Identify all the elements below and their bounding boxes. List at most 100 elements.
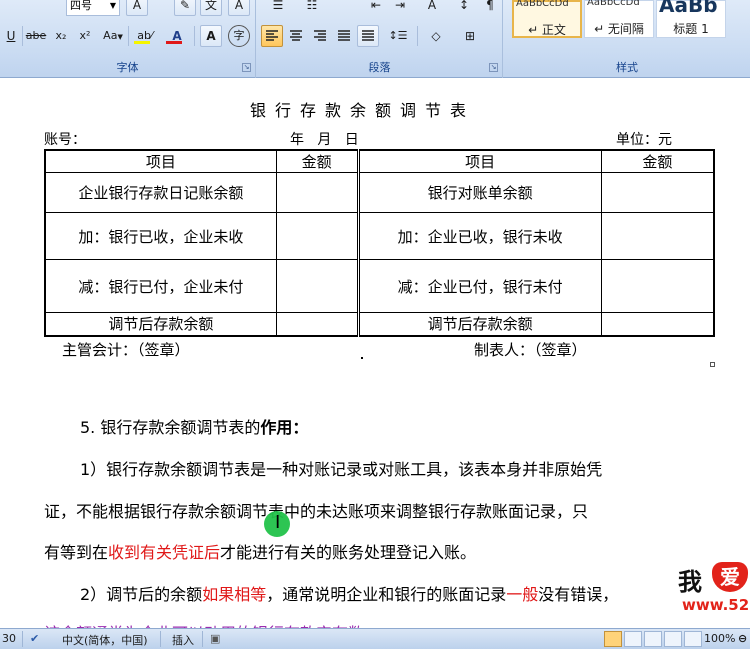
outline-view-button[interactable] xyxy=(664,631,682,647)
table-cell[interactable] xyxy=(600,212,715,260)
table-cell[interactable] xyxy=(275,172,360,213)
align-left-icon xyxy=(266,30,278,41)
table-cell[interactable] xyxy=(275,212,360,260)
text-direction-button[interactable]: A xyxy=(417,0,447,16)
divider xyxy=(417,26,418,46)
align-right-icon xyxy=(314,30,326,41)
style-normal[interactable]: AaBbCcDd ↵ 正文 xyxy=(512,0,582,38)
font-group: 四号 ▼ A ✎ 文 A U abe x₂ x² Aa▼ ab⁄ A A 字 字… xyxy=(0,0,256,78)
macro-record-icon[interactable]: ▣ xyxy=(210,632,220,645)
change-case-button[interactable]: Aa▼ xyxy=(98,25,128,47)
align-left-button[interactable] xyxy=(261,25,283,47)
preparer-signature: 制表人：（签章） xyxy=(474,341,587,359)
table-cell[interactable]: 调节后存款余额 xyxy=(44,312,277,336)
char-border-button[interactable]: A xyxy=(228,0,250,16)
numbering-button[interactable]: ☷ xyxy=(297,0,327,16)
underline-button[interactable]: U xyxy=(0,25,22,47)
styles-group: AaBbCcDd ↵ 正文 AaBbCcDd ↵ 无间隔 AaBb 标题 1 样… xyxy=(504,0,750,78)
insert-mode-status[interactable]: 插入 xyxy=(172,632,194,648)
web-layout-view-button[interactable] xyxy=(644,631,662,647)
superscript-button[interactable]: x² xyxy=(74,25,96,47)
distributed-button[interactable] xyxy=(357,25,379,47)
paragraph-1-line-3: 有等到在收到有关凭证后才能进行有关的账务处理登记入账。 xyxy=(44,543,477,562)
table-cell[interactable]: 减：企业已付，银行未付 xyxy=(357,259,602,313)
full-screen-reading-view-button[interactable] xyxy=(624,631,642,647)
unit-label: 单位：元 xyxy=(616,132,672,148)
borders-button[interactable]: ⊞ xyxy=(455,25,485,47)
table-cell[interactable]: 企业银行存款日记账余额 xyxy=(44,172,277,213)
table-cell[interactable]: 加：企业已收，银行未收 xyxy=(357,212,602,260)
table-row: 企业银行存款日记账余额 银行对账单余额 xyxy=(44,172,715,213)
table-cell[interactable]: 银行对账单余额 xyxy=(357,172,602,213)
spellcheck-icon[interactable]: ✔ xyxy=(30,632,39,645)
table-cell[interactable] xyxy=(600,312,715,336)
font-color-bar xyxy=(166,41,182,44)
paragraph-dialog-launcher-icon[interactable]: ↘ xyxy=(489,63,498,72)
table-cell[interactable]: 调节后存款余额 xyxy=(357,312,602,336)
sort-button[interactable]: ↕ xyxy=(453,0,475,16)
shading-button[interactable]: ◇ xyxy=(421,25,451,47)
style-name: ↵ 无间隔 xyxy=(594,22,644,36)
table-cell[interactable] xyxy=(600,259,715,313)
paragraph-2-line-1: 2）调节后的余额如果相等，通常说明企业和银行的账面记录一般没有错误， xyxy=(80,585,619,604)
phonetic-guide-button[interactable]: 文 xyxy=(200,0,222,16)
table-cell[interactable] xyxy=(600,172,715,213)
show-marks-button[interactable]: ¶ xyxy=(479,0,501,16)
ribbon: 四号 ▼ A ✎ 文 A U abe x₂ x² Aa▼ ab⁄ A A 字 字… xyxy=(0,0,750,78)
paragraph-1-line-2: 证，不能根据银行存款余额调节表中的未达账项来调整银行存款账面记录，只 xyxy=(44,502,589,521)
char-shading-button[interactable]: A xyxy=(200,25,222,47)
print-layout-view-button[interactable] xyxy=(604,631,622,647)
table-row: 调节后存款余额 调节后存款余额 xyxy=(44,312,715,336)
red-highlight-text: 如果相等 xyxy=(202,585,267,604)
font-group-label: 字体 xyxy=(116,61,139,74)
style-sample: AaBbCcDd xyxy=(587,0,640,8)
style-name: 标题 1 xyxy=(673,22,709,36)
style-sample: AaBb xyxy=(659,0,718,17)
clear-format-button[interactable]: ✎ xyxy=(174,0,196,16)
distributed-icon xyxy=(362,30,374,41)
language-status[interactable]: 中文(简体，中国) xyxy=(62,632,148,648)
heading-5: 5. 银行存款余额调节表的作用： xyxy=(80,418,309,437)
red-highlight-text: 一般 xyxy=(506,585,539,604)
table-cell[interactable]: 减：银行已付，企业未付 xyxy=(44,259,277,313)
paragraph-1-line-1: 1）银行存款余额调节表是一种对账记录或对账工具，该表本身并非原始凭 xyxy=(80,460,603,479)
document-page[interactable]: 银行存款余额调节表 账号： 年 月 日 单位：元 项目 金额 项目 金额 企业银… xyxy=(0,79,750,643)
align-right-button[interactable] xyxy=(309,25,331,47)
doc-title: 银行存款余额调节表 xyxy=(249,101,475,120)
table-cell[interactable] xyxy=(275,312,360,336)
style-no-spacing[interactable]: AaBbCcDd ↵ 无间隔 xyxy=(584,0,654,38)
bullets-button[interactable]: ☰ xyxy=(263,0,293,16)
font-size-value: 四号 xyxy=(70,0,92,12)
table-cell[interactable]: 加：银行已收，企业未收 xyxy=(44,212,277,260)
decrease-indent-button[interactable]: ⇤ xyxy=(365,0,387,16)
chevron-down-icon: ▼ xyxy=(109,1,116,10)
highlight-button[interactable]: ab⁄ xyxy=(130,25,160,47)
subscript-button[interactable]: x₂ xyxy=(50,25,72,47)
font-color-button[interactable]: A xyxy=(162,25,192,47)
style-name: ↵ 正文 xyxy=(528,23,566,37)
font-size-combo[interactable]: 四号 ▼ xyxy=(66,0,120,16)
divider xyxy=(160,631,161,647)
style-sample: AaBbCcDd xyxy=(516,0,569,9)
increase-indent-button[interactable]: ⇥ xyxy=(389,0,411,16)
paragraph-group-label: 段落 xyxy=(368,61,391,74)
draft-view-button[interactable] xyxy=(684,631,702,647)
line-spacing-button[interactable]: ↕☰ xyxy=(383,25,413,47)
watermark-url: www.52 xyxy=(682,596,750,614)
style-heading1[interactable]: AaBb 标题 1 xyxy=(656,0,726,38)
justify-button[interactable] xyxy=(333,25,355,47)
align-center-button[interactable] xyxy=(285,25,307,47)
zoom-out-icon[interactable]: ⊖ xyxy=(738,632,747,645)
table-header: 金额 xyxy=(600,149,715,173)
strikethrough-button[interactable]: abe xyxy=(24,25,48,47)
table-header: 金额 xyxy=(275,149,360,173)
align-center-icon xyxy=(290,30,302,41)
divider xyxy=(22,631,23,647)
enclose-char-button[interactable]: 字 xyxy=(228,25,250,47)
table-cell[interactable] xyxy=(275,259,360,313)
font-dialog-launcher-icon[interactable]: ↘ xyxy=(242,63,251,72)
grow-font-button[interactable]: A xyxy=(126,0,148,16)
table-resize-handle-icon[interactable] xyxy=(710,362,715,367)
page-info[interactable]: 30 xyxy=(2,632,16,645)
zoom-level[interactable]: 100% xyxy=(704,632,735,645)
